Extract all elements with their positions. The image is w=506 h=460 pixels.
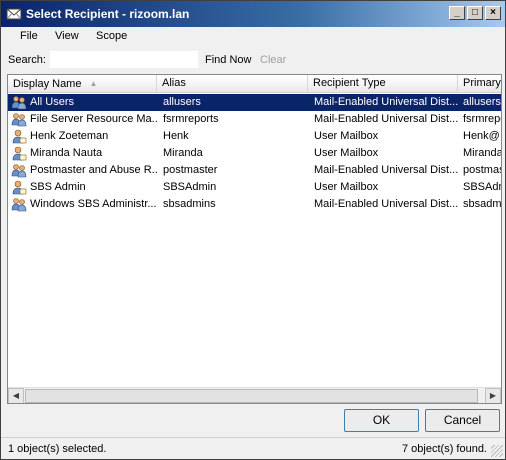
resize-grip[interactable] [491,445,503,457]
search-input[interactable] [50,51,198,68]
cell-recipient-type: Mail-Enabled Universal Dist... [314,198,459,210]
ok-button[interactable]: OK [344,409,419,432]
window-title: Select Recipient - rizoom.lan [26,7,190,21]
menu-file[interactable]: File [20,30,38,42]
cell-recipient-type: User Mailbox [314,181,379,193]
cell-display-name: Miranda Nauta [30,147,103,159]
column-primary[interactable]: Primary [458,75,501,93]
column-recipient-type-label: Recipient Type [313,77,386,89]
cell-alias: allusers [163,96,201,108]
title-bar[interactable]: Select Recipient - rizoom.lan _ □ × [1,1,505,27]
cell-primary: fsrmrepo [463,113,501,125]
cell-alias: Henk [163,130,189,142]
selected-count: 1 object(s) selected. [8,443,107,455]
minimize-button[interactable]: _ [449,6,465,20]
search-bar: Search: Find Now Clear [1,48,505,72]
table-row[interactable]: File Server Resource Ma... fsrmreports Mai… [8,111,501,128]
select-recipient-dialog: Select Recipient - rizoom.lan _ □ × File… [0,0,506,460]
column-display-name-label: Display Name [13,78,82,90]
cell-alias: SBSAdmin [163,181,217,193]
cell-primary: postmas [463,164,502,176]
table-row[interactable]: Henk Zoeteman Henk User Mailbox Henk@ [8,128,501,145]
table-row[interactable]: All Users allusers Mail-Enabled Universal … [8,94,501,111]
column-primary-label: Primary [463,77,501,89]
find-now-button[interactable]: Find Now [205,54,251,66]
cell-recipient-type: Mail-Enabled Universal Dist... [314,96,459,108]
maximize-button[interactable]: □ [467,6,483,20]
recipient-list: Display Name ▲ Alias Recipient Type Prima… [7,74,502,404]
group-icon [11,196,27,212]
column-recipient-type[interactable]: Recipient Type [308,75,458,93]
sort-ascending-icon: ▲ [89,79,98,88]
group-icon [11,94,27,110]
cell-display-name: Windows SBS Administr... [30,198,157,210]
cell-alias: postmaster [163,164,218,176]
cell-primary: Miranda [463,147,502,159]
cell-display-name: Henk Zoeteman [30,130,109,142]
cell-alias: fsrmreports [163,113,219,125]
menu-view[interactable]: View [55,30,79,42]
column-header: Display Name ▲ Alias Recipient Type Prima… [8,75,501,93]
cell-primary: SBSAdm [463,181,501,193]
scroll-left-icon[interactable]: ◀ [8,388,24,403]
group-icon [11,162,27,178]
cell-primary: Henk@ [463,130,500,142]
menu-scope[interactable]: Scope [96,30,127,42]
found-count: 7 object(s) found. [402,443,487,455]
cell-recipient-type: User Mailbox [314,147,379,159]
cell-recipient-type: Mail-Enabled Universal Dist... [314,113,459,125]
status-bar: 1 object(s) selected. 7 object(s) found. [1,437,505,459]
cell-primary: sbsadmi [463,198,502,210]
menu-bar: File View Scope [1,27,505,47]
column-display-name[interactable]: Display Name ▲ [8,75,157,93]
close-button[interactable]: × [485,6,501,20]
cell-alias: Miranda [163,147,203,159]
table-row[interactable]: SBS Admin SBSAdmin User Mailbox SBSAdm [8,179,501,196]
cell-display-name: SBS Admin [30,181,86,193]
cell-display-name: Postmaster and Abuse R... [30,164,157,176]
horizontal-scrollbar[interactable]: ◀ ▶ [8,387,501,403]
user-mailbox-icon [11,179,27,195]
search-label: Search: [8,54,46,66]
cell-recipient-type: Mail-Enabled Universal Dist... [314,164,459,176]
clear-button[interactable]: Clear [260,54,286,66]
exchange-icon [6,8,22,20]
table-row[interactable]: Windows SBS Administr... sbsadmins Mail-En… [8,196,502,213]
cell-recipient-type: User Mailbox [314,130,379,142]
user-mailbox-icon [11,128,27,144]
cell-display-name: File Server Resource Ma... [30,113,157,125]
table-row[interactable]: Postmaster and Abuse R... postmaster Mail-… [8,162,502,179]
column-alias[interactable]: Alias [157,75,308,93]
cancel-button[interactable]: Cancel [425,409,500,432]
cell-display-name: All Users [30,96,75,108]
scroll-right-icon[interactable]: ▶ [485,388,501,403]
cell-primary: allusers@ [463,96,501,108]
scrollbar-thumb[interactable] [25,389,478,403]
user-mailbox-icon [11,145,27,161]
cell-alias: sbsadmins [163,198,216,210]
group-icon [11,111,27,127]
table-row[interactable]: Miranda Nauta Miranda User Mailbox Miranda [8,145,502,162]
column-alias-label: Alias [162,77,186,89]
